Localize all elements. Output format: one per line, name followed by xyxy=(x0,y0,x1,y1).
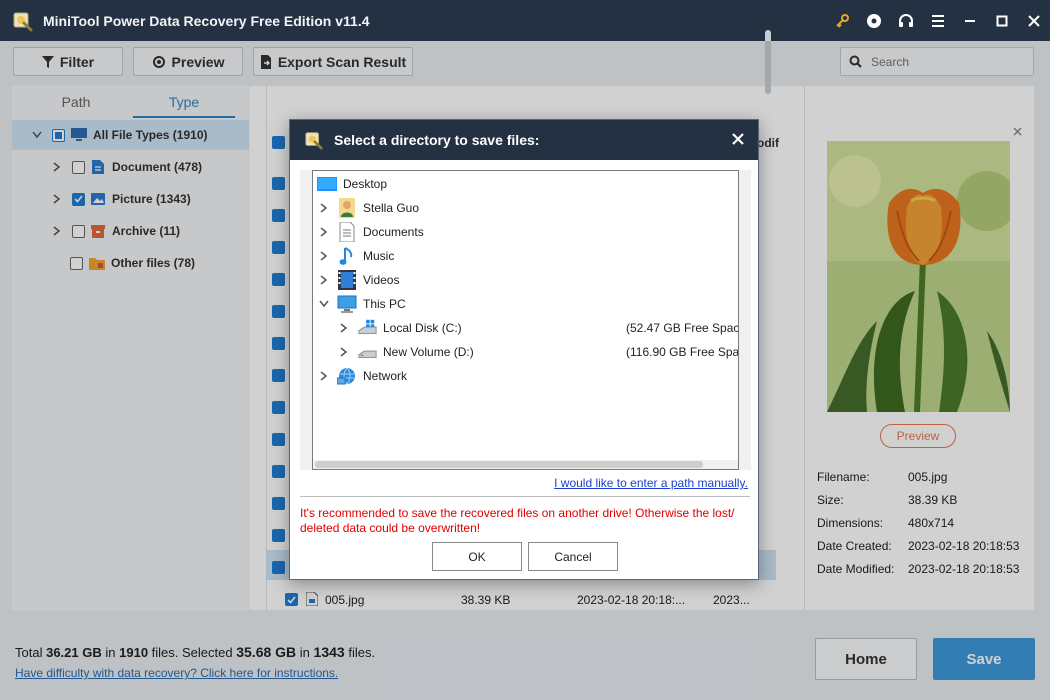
tree-node-this-pc[interactable]: This PC xyxy=(317,293,406,315)
cancel-button[interactable]: Cancel xyxy=(528,542,618,571)
scrollbar-thumb[interactable] xyxy=(315,461,703,468)
dialog-divider xyxy=(300,496,750,497)
tree-node-network[interactable]: Network xyxy=(317,365,407,387)
tree-node-music[interactable]: Music xyxy=(317,245,394,267)
node-label: Stella Guo xyxy=(363,201,420,215)
chevron-right-icon[interactable] xyxy=(317,203,331,213)
tree-node-user[interactable]: Stella Guo xyxy=(317,197,419,219)
enter-path-manually-link[interactable]: I would like to enter a path manually. xyxy=(554,476,748,490)
dialog-title: Select a directory to save files: xyxy=(334,132,540,148)
music-icon xyxy=(337,246,357,266)
chevron-right-icon[interactable] xyxy=(317,227,331,237)
headset-icon[interactable] xyxy=(890,0,922,41)
window-controls xyxy=(826,0,1050,41)
menu-icon[interactable] xyxy=(922,0,954,41)
maximize-icon[interactable] xyxy=(986,0,1018,41)
chevron-right-icon[interactable] xyxy=(317,371,331,381)
tree-node-documents[interactable]: Documents xyxy=(317,221,424,243)
dialog-title-bar: Select a directory to save files: xyxy=(290,120,758,160)
tree-horizontal-scrollbar[interactable] xyxy=(313,460,738,469)
app-title: MiniTool Power Data Recovery Free Editio… xyxy=(43,12,370,29)
free-space-c: (52.47 GB Free Spac xyxy=(626,321,739,335)
title-bar: MiniTool Power Data Recovery Free Editio… xyxy=(0,0,1050,41)
chevron-down-icon[interactable] xyxy=(317,300,331,308)
node-label: Local Disk (C:) xyxy=(383,321,462,335)
tree-node-new-volume-d[interactable]: New Volume (D:) (116.90 GB Free Spa xyxy=(337,341,739,363)
videos-icon xyxy=(337,270,357,290)
minimize-icon[interactable] xyxy=(954,0,986,41)
documents-icon xyxy=(337,222,357,242)
chevron-right-icon[interactable] xyxy=(337,347,351,357)
tree-gutter xyxy=(300,170,312,470)
node-label: Music xyxy=(363,249,395,263)
node-label: Desktop xyxy=(343,177,388,191)
ok-button[interactable]: OK xyxy=(432,542,522,571)
directory-tree[interactable]: Desktop Stella Guo Documents Music Video… xyxy=(312,170,739,470)
node-label: This PC xyxy=(363,297,406,311)
chevron-right-icon[interactable] xyxy=(337,323,351,333)
network-icon xyxy=(337,366,357,386)
save-directory-dialog: Select a directory to save files: Deskto… xyxy=(289,119,759,580)
tree-gutter-right xyxy=(739,170,751,470)
windows-drive-icon xyxy=(357,318,377,338)
free-space-d: (116.90 GB Free Spa xyxy=(626,345,739,359)
tree-node-videos[interactable]: Videos xyxy=(317,269,399,291)
disc-icon[interactable] xyxy=(858,0,890,41)
tree-node-local-disk-c[interactable]: Local Disk (C:) (52.47 GB Free Spac xyxy=(337,317,739,339)
key-icon[interactable] xyxy=(826,0,858,41)
app-logo-icon xyxy=(13,12,33,31)
drive-icon xyxy=(357,342,377,362)
desktop-icon xyxy=(317,174,337,194)
overwrite-warning: It's recommended to save the recovered f… xyxy=(300,506,735,535)
node-label: New Volume (D:) xyxy=(383,345,474,359)
chevron-right-icon[interactable] xyxy=(317,251,331,261)
chevron-right-icon[interactable] xyxy=(317,275,331,285)
dialog-close-icon[interactable] xyxy=(728,129,748,149)
node-label: Documents xyxy=(363,225,424,239)
node-label: Network xyxy=(363,369,408,383)
tree-node-desktop[interactable]: Desktop xyxy=(317,173,387,195)
user-icon xyxy=(337,198,357,218)
node-label: Videos xyxy=(363,273,400,287)
close-icon[interactable] xyxy=(1018,0,1050,41)
computer-icon xyxy=(337,294,357,314)
dialog-logo-icon xyxy=(305,132,323,150)
